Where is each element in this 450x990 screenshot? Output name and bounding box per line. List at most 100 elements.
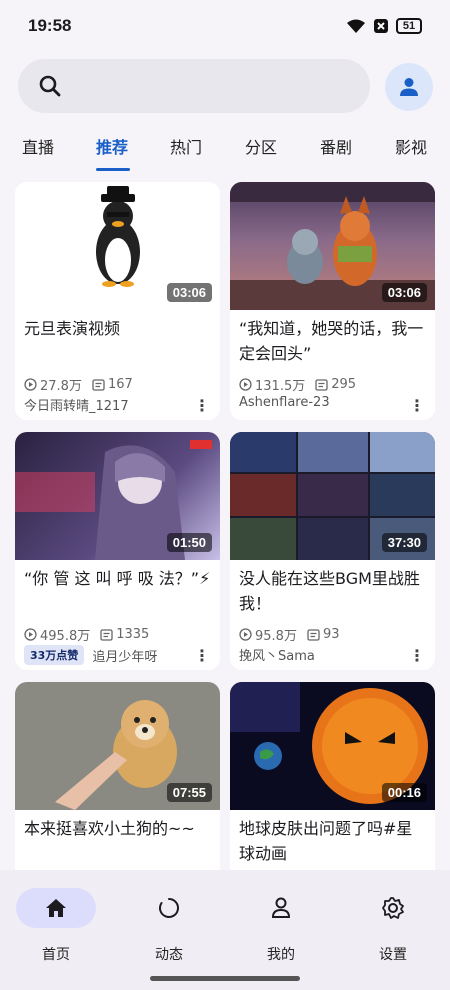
video-title: “你 管 这 叫 呼 吸 法？”⚡ [24,569,211,588]
person-icon [400,78,418,96]
danmaku-icon [307,628,320,641]
bottom-navigation: 首页 动态 我的 设置 [0,870,450,990]
nav-dynamic[interactable]: 动态 [129,888,209,964]
video-duration: 03:06 [166,283,212,302]
video-title: 元旦表演视频 [24,319,121,338]
nav-dynamic-label: 动态 [155,947,183,963]
video-stats: 131.5万 295 [239,375,356,394]
author-name: 今日雨转晴_1217 [24,399,129,414]
danmaku-count-value: 295 [331,377,357,392]
video-stats: 495.8万 1335 [24,625,149,644]
view-count-value: 131.5万 [255,379,306,394]
video-card[interactable]: 00:16 地球皮肤出问题了吗#星球动画 [230,682,435,870]
profile-button[interactable] [385,63,433,111]
nav-me-indicator [241,888,321,928]
video-duration: 37:30 [381,533,427,552]
nav-settings[interactable]: 设置 [353,888,433,964]
video-thumbnail: 03:06 [230,182,435,310]
video-thumbnail: 03:06 [15,182,220,310]
play-count-icon [239,378,252,391]
danmaku-count: 167 [92,377,133,392]
tab-anime[interactable]: 番剧 [320,134,352,158]
view-count: 495.8万 [24,625,90,644]
more-options-icon[interactable]: ⋮ [194,646,210,665]
video-thumbnail: 37:30 [230,432,435,560]
video-author[interactable]: Ashenflare-23 [239,395,330,410]
author-name: 挽风丶Sama [239,649,315,664]
view-count-value: 495.8万 [40,629,91,644]
danmaku-count: 93 [307,627,340,642]
video-duration: 01:50 [166,533,212,552]
more-options-icon[interactable]: ⋮ [409,646,425,665]
search-icon [39,75,61,97]
danmaku-count-value: 93 [322,627,340,642]
nav-dynamic-indicator [129,888,209,928]
nav-me[interactable]: 我的 [241,888,321,964]
gesture-bar[interactable] [150,976,300,981]
danmaku-count: 295 [315,377,356,392]
video-duration: 00:16 [381,783,427,802]
status-bar: 19:58 51 [0,0,450,52]
nav-home-label: 首页 [42,947,70,963]
view-count-value: 27.8万 [40,379,82,394]
video-title: 本来挺喜欢小土狗的~~ [24,819,195,838]
nav-me-label: 我的 [267,947,295,963]
video-card[interactable]: 03:06 “我知道，她哭的话，我一定会回头” 131.5万 295 Ashen… [230,182,435,420]
video-duration: 07:55 [166,783,212,802]
danmaku-icon [100,628,113,641]
danmaku-count-value: 167 [107,377,133,392]
author-name: Ashenflare-23 [239,395,330,410]
video-author[interactable]: 挽风丶Sama [239,645,315,664]
view-count: 131.5万 [239,375,305,394]
wifi-icon [347,19,365,33]
play-count-icon [24,378,37,391]
active-tab-indicator [96,168,130,171]
nav-settings-label: 设置 [379,947,407,963]
nav-home[interactable]: 首页 [16,888,96,964]
tab-categories[interactable]: 分区 [245,134,277,158]
nav-settings-indicator [353,888,433,928]
search-input[interactable] [18,59,370,113]
notification-x-icon [374,19,388,33]
play-count-icon [239,628,252,641]
more-options-icon[interactable]: ⋮ [194,396,210,415]
video-duration: 03:06 [381,283,427,302]
person-outline-icon [271,897,291,918]
view-count-value: 95.8万 [255,629,297,644]
status-time: 19:58 [28,16,72,35]
video-card[interactable]: 01:50 “你 管 这 叫 呼 吸 法？”⚡ 495.8万 1335 33万点… [15,432,220,670]
status-icons: 51 [346,18,422,34]
author-name: 追月少年呀 [92,649,158,665]
danmaku-icon [315,378,328,391]
video-card[interactable]: 37:30 没人能在这些BGM里战胜我！ 95.8万 93 挽风丶Sama ⋮ [230,432,435,670]
video-card[interactable]: 03:06 元旦表演视频 27.8万 167 今日雨转晴_1217 ⋮ [15,182,220,420]
danmaku-count: 1335 [100,627,149,642]
video-title: “我知道，她哭的话，我一定会回头” [239,319,424,363]
video-feed[interactable]: 03:06 元旦表演视频 27.8万 167 今日雨转晴_1217 ⋮ 03:0… [0,182,450,870]
view-count: 27.8万 [24,375,82,394]
tab-hot[interactable]: 热门 [170,134,202,158]
video-thumbnail: 00:16 [230,682,435,810]
tab-live[interactable]: 直播 [22,134,54,158]
tab-recommended[interactable]: 推荐 [96,134,128,158]
video-title: 没人能在这些BGM里战胜我！ [239,569,420,613]
dynamic-icon [159,898,179,918]
battery-icon: 51 [396,18,422,34]
likes-badge: 33万点赞 [24,645,85,665]
more-options-icon[interactable]: ⋮ [409,396,425,415]
video-card[interactable]: 07:55 本来挺喜欢小土狗的~~ [15,682,220,870]
video-stats: 95.8万 93 [239,625,340,644]
video-thumbnail: 07:55 [15,682,220,810]
home-icon [46,899,66,917]
play-count-icon [24,628,37,641]
tab-movies[interactable]: 影视 [395,134,427,158]
video-author[interactable]: 今日雨转晴_1217 [24,395,129,414]
nav-home-indicator [16,888,96,928]
category-tabs: 直播 推荐 热门 分区 番剧 影视 [0,124,450,174]
video-title: 地球皮肤出问题了吗#星球动画 [239,819,413,863]
video-thumbnail: 01:50 [15,432,220,560]
view-count: 95.8万 [239,625,297,644]
danmaku-count-value: 1335 [116,627,150,642]
video-author[interactable]: 33万点赞 追月少年呀 [24,645,157,665]
danmaku-icon [92,378,105,391]
